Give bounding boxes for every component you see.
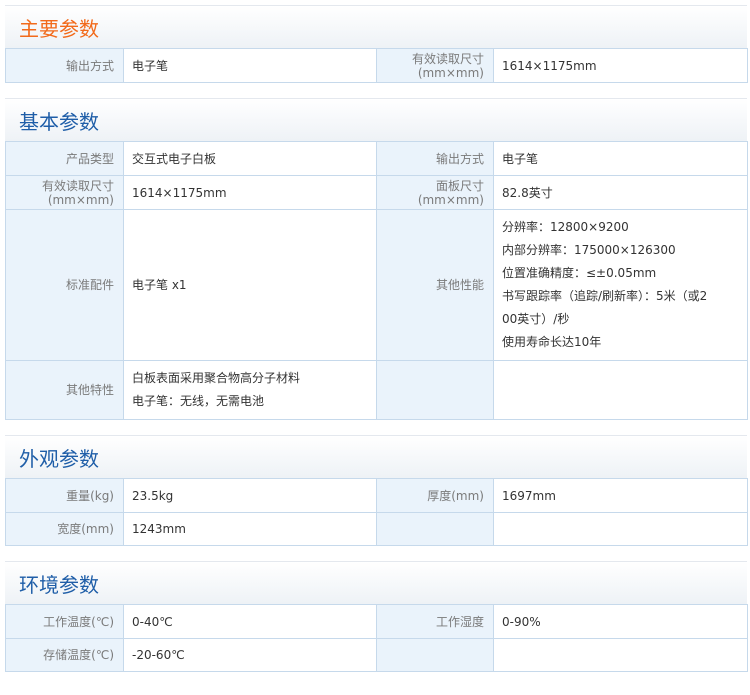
table-row: 有效读取尺寸(mm×mm) 1614×1175mm 面板尺寸(mm×mm) 82… — [5, 175, 748, 210]
table-row: 宽度(mm) 1243mm — [5, 512, 748, 546]
spec-label: 存储温度(℃) — [5, 638, 124, 672]
spec-value-line: 电子笔：无线，无需电池 — [132, 394, 265, 408]
section-basic-params: 基本参数 产品类型 交互式电子白板 输出方式 电子笔 有效读取尺寸(mm×mm)… — [5, 98, 748, 420]
section-main-params: 主要参数 输出方式 电子笔 有效读取尺寸(mm×mm) 1614×1175mm — [5, 5, 748, 83]
spec-table: 输出方式 电子笔 有效读取尺寸(mm×mm) 1614×1175mm — [5, 48, 748, 83]
spec-value: 交互式电子白板 — [123, 141, 377, 176]
spec-label: 产品类型 — [5, 141, 124, 176]
spec-value: 0-90% — [493, 604, 748, 639]
spec-label: 输出方式 — [376, 141, 494, 176]
spec-value: 电子笔 — [493, 141, 748, 176]
spec-label: 其他特性 — [5, 360, 124, 420]
spec-value: 1614×1175mm — [123, 175, 377, 210]
spec-table: 产品类型 交互式电子白板 输出方式 电子笔 有效读取尺寸(mm×mm) 1614… — [5, 141, 748, 420]
spec-value-line: 00英寸）/秒 — [502, 312, 570, 326]
spec-label-empty — [376, 512, 494, 546]
spec-value: 1243mm — [123, 512, 377, 546]
spec-value-empty — [493, 360, 748, 420]
table-row: 产品类型 交互式电子白板 输出方式 电子笔 — [5, 141, 748, 176]
spec-table: 工作温度(℃) 0-40℃ 工作湿度 0-90% 存储温度(℃) -20-60℃ — [5, 604, 748, 672]
spec-value: 1614×1175mm — [493, 48, 748, 83]
spec-value-empty — [493, 512, 748, 546]
spec-value-line: 书写跟踪率（追踪/刷新率）：5米（或2 — [502, 289, 708, 303]
spec-value-line: 内部分辨率：175000×126300 — [502, 243, 676, 257]
spec-label: 有效读取尺寸(mm×mm) — [5, 175, 124, 210]
spec-table: 重量(kg) 23.5kg 厚度(mm) 1697mm 宽度(mm) 1243m… — [5, 478, 748, 546]
spec-page: 主要参数 输出方式 电子笔 有效读取尺寸(mm×mm) 1614×1175mm … — [0, 5, 750, 672]
spec-value: 82.8英寸 — [493, 175, 748, 210]
spec-value: 23.5kg — [123, 478, 377, 513]
spec-label: 重量(kg) — [5, 478, 124, 513]
spec-label: 工作温度(℃) — [5, 604, 124, 639]
spec-value: 电子笔 x1 — [123, 209, 377, 361]
section-title: 主要参数 — [5, 5, 747, 48]
spec-value: 0-40℃ — [123, 604, 377, 639]
section-title: 外观参数 — [5, 435, 747, 478]
section-environment-params: 环境参数 工作温度(℃) 0-40℃ 工作湿度 0-90% 存储温度(℃) -2… — [5, 561, 748, 672]
spec-value-line: 分辨率：12800×9200 — [502, 220, 629, 234]
spec-value: 1697mm — [493, 478, 748, 513]
spec-label: 标准配件 — [5, 209, 124, 361]
table-row: 重量(kg) 23.5kg 厚度(mm) 1697mm — [5, 478, 748, 513]
spec-label: 厚度(mm) — [376, 478, 494, 513]
section-title: 环境参数 — [5, 561, 747, 604]
spec-value: -20-60℃ — [123, 638, 377, 672]
spec-label: 有效读取尺寸(mm×mm) — [376, 48, 494, 83]
spec-label: 其他性能 — [376, 209, 494, 361]
table-row: 工作温度(℃) 0-40℃ 工作湿度 0-90% — [5, 604, 748, 639]
spec-label: 输出方式 — [5, 48, 124, 83]
table-row: 标准配件 电子笔 x1 其他性能 分辨率：12800×9200 内部分辨率：17… — [5, 209, 748, 361]
table-row: 存储温度(℃) -20-60℃ — [5, 638, 748, 672]
spec-value-line: 使用寿命长达10年 — [502, 335, 602, 349]
spec-value-multiline: 分辨率：12800×9200 内部分辨率：175000×126300 位置准确精… — [493, 209, 748, 361]
spec-value-line: 白板表面采用聚合物高分子材料 — [132, 371, 301, 385]
section-appearance-params: 外观参数 重量(kg) 23.5kg 厚度(mm) 1697mm 宽度(mm) … — [5, 435, 748, 546]
spec-label-empty — [376, 360, 494, 420]
spec-value: 电子笔 — [123, 48, 377, 83]
table-row: 输出方式 电子笔 有效读取尺寸(mm×mm) 1614×1175mm — [5, 48, 748, 83]
spec-label: 工作湿度 — [376, 604, 494, 639]
spec-value-line: 位置准确精度：≤±0.05mm — [502, 266, 657, 280]
spec-value-multiline: 白板表面采用聚合物高分子材料 电子笔：无线，无需电池 — [123, 360, 377, 420]
section-title: 基本参数 — [5, 98, 747, 141]
spec-value-empty — [493, 638, 748, 672]
spec-label: 面板尺寸(mm×mm) — [376, 175, 494, 210]
spec-label-empty — [376, 638, 494, 672]
table-row: 其他特性 白板表面采用聚合物高分子材料 电子笔：无线，无需电池 — [5, 360, 748, 420]
spec-label: 宽度(mm) — [5, 512, 124, 546]
